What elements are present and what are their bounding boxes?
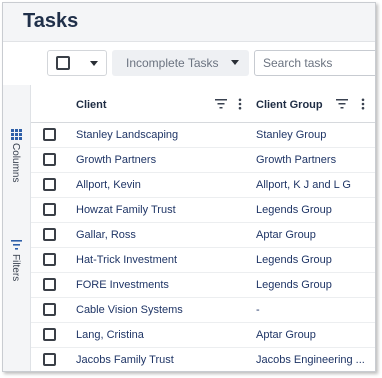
filter-lines-icon[interactable] xyxy=(336,98,348,110)
table-row[interactable]: Jacobs Family Trust Jacobs Engineering .… xyxy=(31,348,375,371)
table-row[interactable]: Hat-Trick Investment Legends Group xyxy=(31,248,375,273)
row-checkbox[interactable] xyxy=(43,253,56,266)
column-header-client-group[interactable]: Client Group xyxy=(256,99,323,111)
table-row[interactable]: Gallar, Ross Aptar Group xyxy=(31,223,375,248)
client-group: Allport, K J and L G xyxy=(256,179,351,191)
kebab-menu-icon[interactable] xyxy=(234,98,246,110)
client-group: Growth Partners xyxy=(256,154,337,166)
client-name[interactable]: Cable Vision Systems xyxy=(76,304,183,316)
table-row[interactable]: Growth Partners Growth Partners xyxy=(31,148,375,173)
row-checkbox[interactable] xyxy=(43,353,56,366)
client-name[interactable]: Howzat Family Trust xyxy=(76,204,176,216)
filter-lines-icon[interactable] xyxy=(215,98,227,110)
client-group: - xyxy=(256,304,260,316)
client-group: Legends Group xyxy=(256,204,332,216)
caret-down-icon[interactable] xyxy=(90,61,98,66)
table-row[interactable]: Stanley Landscaping Stanley Group xyxy=(31,123,375,148)
client-name[interactable]: Lang, Cristina xyxy=(76,329,144,341)
row-checkbox[interactable] xyxy=(43,278,56,291)
search-input[interactable] xyxy=(254,50,375,76)
kebab-menu-icon[interactable] xyxy=(357,98,369,110)
table-row[interactable]: Allport, Kevin Allport, K J and L G xyxy=(31,173,375,198)
client-name[interactable]: Stanley Landscaping xyxy=(76,129,178,141)
client-name[interactable]: Hat-Trick Investment xyxy=(76,254,177,266)
select-all-checkbox[interactable] xyxy=(56,56,70,70)
table-row[interactable]: Howzat Family Trust Legends Group xyxy=(31,198,375,223)
client-group: Aptar Group xyxy=(256,329,316,341)
client-group: Aptar Group xyxy=(256,229,316,241)
table-row[interactable]: Cable Vision Systems - xyxy=(31,298,375,323)
client-name[interactable]: Gallar, Ross xyxy=(76,229,136,241)
grid-icon xyxy=(11,129,22,140)
tasks-table: Client Client Group Stanley Landscaping … xyxy=(31,85,375,371)
row-checkbox[interactable] xyxy=(43,178,56,191)
columns-toggle[interactable]: Columns xyxy=(7,129,27,189)
filter-icon xyxy=(11,240,22,250)
task-status-value: Incomplete Tasks xyxy=(126,56,219,70)
row-checkbox[interactable] xyxy=(43,153,56,166)
client-name[interactable]: Growth Partners xyxy=(76,154,156,166)
row-checkbox[interactable] xyxy=(43,328,56,341)
filters-label: Filters xyxy=(10,254,21,282)
client-name[interactable]: Allport, Kevin xyxy=(76,179,141,191)
row-checkbox[interactable] xyxy=(43,128,56,141)
tasks-panel: Tasks Incomplete Tasks Columns xyxy=(2,2,376,372)
table-row[interactable]: FORE Investments Legends Group xyxy=(31,273,375,298)
filters-toggle[interactable]: Filters xyxy=(7,240,27,288)
column-header-client[interactable]: Client xyxy=(76,99,107,111)
side-panel: Columns Filters xyxy=(3,85,31,371)
row-checkbox[interactable] xyxy=(43,203,56,216)
client-name[interactable]: FORE Investments xyxy=(76,279,169,291)
client-group: Legends Group xyxy=(256,279,332,291)
client-group: Jacobs Engineering ... xyxy=(256,354,365,366)
toolbar: Incomplete Tasks xyxy=(3,41,375,85)
client-group: Stanley Group xyxy=(256,129,327,141)
page-title: Tasks xyxy=(23,10,79,32)
table-header: Client Client Group xyxy=(31,85,375,123)
row-checkbox[interactable] xyxy=(43,228,56,241)
caret-down-icon xyxy=(231,60,239,65)
row-checkbox[interactable] xyxy=(43,303,56,316)
client-name[interactable]: Jacobs Family Trust xyxy=(76,354,174,366)
columns-label: Columns xyxy=(10,143,21,183)
client-group: Legends Group xyxy=(256,254,332,266)
bulk-select-dropdown[interactable] xyxy=(47,50,107,76)
task-status-select[interactable]: Incomplete Tasks xyxy=(112,50,249,76)
table-row[interactable]: Lang, Cristina Aptar Group xyxy=(31,323,375,348)
